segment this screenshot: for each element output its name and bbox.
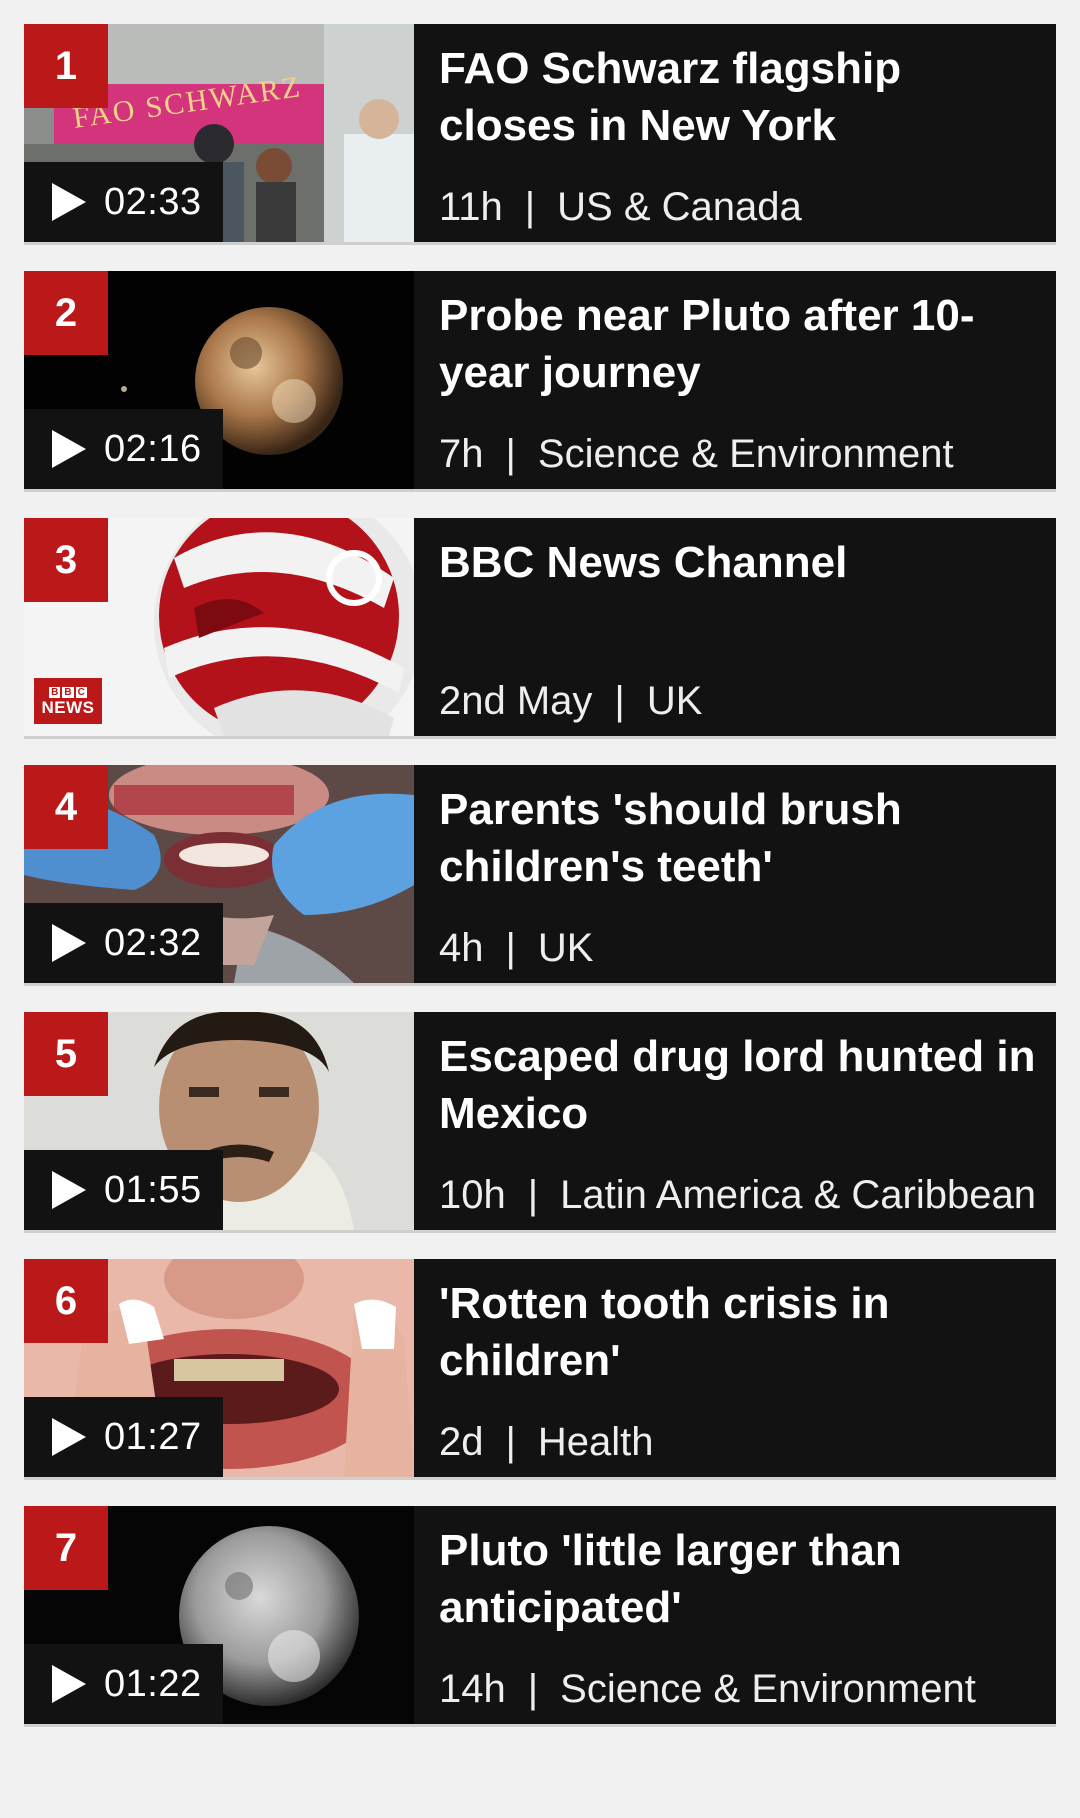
video-thumbnail[interactable]: 4 02:32 (24, 765, 414, 983)
video-card[interactable]: 2 02:16 Probe near Pluto after 10-year j… (24, 271, 1056, 489)
video-age: 11h (439, 185, 503, 229)
duration-badge: 02:33 (24, 162, 223, 242)
duration-text: 01:22 (104, 1662, 202, 1705)
video-meta: 7h | Science & Environment (439, 432, 954, 477)
duration-text: 02:32 (104, 921, 202, 964)
video-thumbnail[interactable]: 5 01:55 (24, 1012, 414, 1230)
video-meta: 4h | UK (439, 926, 593, 971)
meta-separator: | (527, 1667, 539, 1711)
video-card[interactable]: 4 02:32 Parents 'should brush children's… (24, 765, 1056, 983)
video-section[interactable]: UK (647, 679, 703, 723)
video-title[interactable]: FAO Schwarz flagship closes in New York (439, 40, 1036, 154)
play-icon (52, 183, 86, 221)
video-thumbnail[interactable]: FAO SCHWARZ 1 02:33 (24, 24, 414, 242)
video-meta: 2nd May | UK (439, 679, 702, 724)
rank-badge: 4 (24, 765, 108, 849)
video-section[interactable]: US & Canada (557, 185, 802, 229)
rank-badge: 3 (24, 518, 108, 602)
rank-badge: 1 (24, 24, 108, 108)
duration-badge: 02:32 (24, 903, 223, 983)
video-age: 14h (439, 1667, 506, 1711)
video-meta: 11h | US & Canada (439, 185, 802, 230)
video-age: 10h (439, 1173, 506, 1217)
video-card[interactable]: 6 01:27 'Rotten tooth crisis in children… (24, 1259, 1056, 1477)
meta-separator: | (505, 926, 516, 970)
most-watched-list: FAO SCHWARZ 1 02:33 FAO Schwarz flagship… (24, 24, 1056, 1753)
duration-badge: 01:27 (24, 1397, 223, 1477)
video-info: Probe near Pluto after 10-year journey 7… (414, 271, 1056, 489)
meta-separator: | (505, 432, 516, 476)
video-section[interactable]: Latin America & Caribbean (560, 1173, 1036, 1217)
video-section[interactable]: Science & Environment (560, 1667, 976, 1711)
duration-badge: 02:16 (24, 409, 223, 489)
meta-separator: | (505, 1420, 516, 1464)
video-title[interactable]: Probe near Pluto after 10-year journey (439, 287, 1036, 401)
video-meta: 2d | Health (439, 1420, 654, 1465)
video-card[interactable]: FAO SCHWARZ 1 02:33 FAO Schwarz flagship… (24, 24, 1056, 242)
duration-text: 01:55 (104, 1168, 202, 1211)
play-icon (52, 1665, 86, 1703)
video-thumbnail[interactable]: 7 01:22 (24, 1506, 414, 1724)
duration-badge: 01:22 (24, 1644, 223, 1724)
video-age: 2d (439, 1420, 484, 1464)
video-info: FAO Schwarz flagship closes in New York … (414, 24, 1056, 242)
rank-badge: 5 (24, 1012, 108, 1096)
duration-text: 01:27 (104, 1415, 202, 1458)
bbc-news-logo: BBC NEWS (34, 678, 102, 724)
meta-separator: | (524, 185, 536, 229)
video-age: 4h (439, 926, 484, 970)
rank-badge: 7 (24, 1506, 108, 1590)
duration-text: 02:16 (104, 427, 202, 470)
video-age: 7h (439, 432, 484, 476)
meta-separator: | (527, 1173, 539, 1217)
video-card[interactable]: 3 BBC NEWS BBC News Channel 2nd May | UK (24, 518, 1056, 736)
video-title[interactable]: Parents 'should brush children's teeth' (439, 781, 1036, 895)
video-card[interactable]: 7 01:22 Pluto 'little larger than antici… (24, 1506, 1056, 1724)
video-info: Parents 'should brush children's teeth' … (414, 765, 1056, 983)
video-title[interactable]: Pluto 'little larger than anticipated' (439, 1522, 1036, 1636)
play-icon (52, 430, 86, 468)
rank-badge: 6 (24, 1259, 108, 1343)
play-icon (52, 1171, 86, 1209)
video-meta: 14h | Science & Environment (439, 1667, 976, 1712)
video-card[interactable]: 5 01:55 Escaped drug lord hunted in Mexi… (24, 1012, 1056, 1230)
video-title[interactable]: 'Rotten tooth crisis in children' (439, 1275, 1036, 1389)
video-meta: 10h | Latin America & Caribbean (439, 1173, 1036, 1218)
video-info: 'Rotten tooth crisis in children' 2d | Hea… (414, 1259, 1056, 1477)
video-title[interactable]: BBC News Channel (439, 534, 1036, 591)
video-section[interactable]: Health (538, 1420, 654, 1464)
video-info: Escaped drug lord hunted in Mexico 10h | L… (414, 1012, 1056, 1230)
video-section[interactable]: Science & Environment (538, 432, 954, 476)
video-thumbnail[interactable]: 2 02:16 (24, 271, 414, 489)
video-title[interactable]: Escaped drug lord hunted in Mexico (439, 1028, 1036, 1142)
video-info: Pluto 'little larger than anticipated' 1… (414, 1506, 1056, 1724)
play-icon (52, 1418, 86, 1456)
duration-badge: 01:55 (24, 1150, 223, 1230)
duration-text: 02:33 (104, 180, 202, 223)
video-thumbnail[interactable]: 6 01:27 (24, 1259, 414, 1477)
meta-separator: | (614, 679, 625, 723)
rank-badge: 2 (24, 271, 108, 355)
video-section[interactable]: UK (538, 926, 594, 970)
video-info: BBC News Channel 2nd May | UK (414, 518, 1056, 736)
video-age: 2nd May (439, 679, 593, 723)
play-icon (52, 924, 86, 962)
video-thumbnail[interactable]: 3 BBC NEWS (24, 518, 414, 736)
